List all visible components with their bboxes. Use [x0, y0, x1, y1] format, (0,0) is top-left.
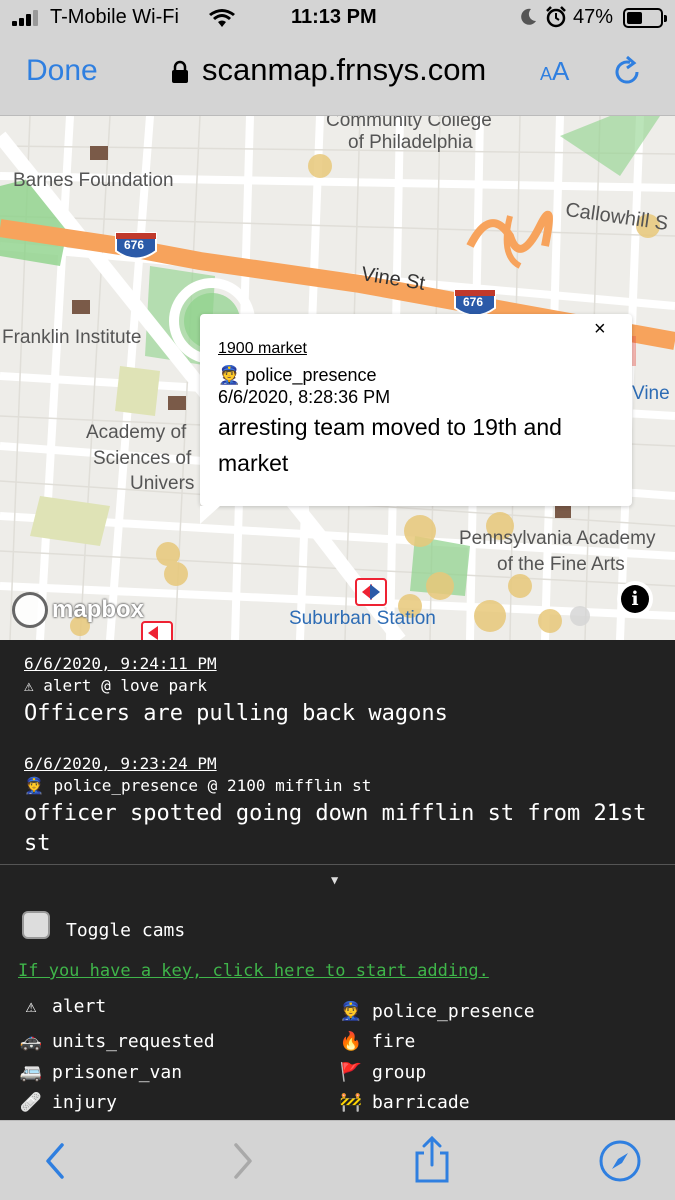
- feed-entry[interactable]: 6/6/2020, 9:24:11 PM ⚠ alert @ love park…: [24, 654, 664, 729]
- legend-item-prisoner-van: 🚐 prisoner_van: [18, 1062, 182, 1083]
- event-feed[interactable]: 6/6/2020, 9:24:11 PM ⚠ alert @ love park…: [0, 640, 675, 864]
- police-car-icon: 🚓: [19, 1031, 43, 1052]
- septa-logo-icon: [355, 578, 387, 606]
- do-not-disturb-moon-icon: [521, 8, 536, 25]
- map-label-ccp-line2: of Philadelphia: [348, 132, 473, 153]
- feed-entry-timestamp[interactable]: 6/6/2020, 9:24:11 PM: [24, 654, 664, 673]
- legend-label: alert: [52, 996, 107, 1017]
- add-key-link[interactable]: If you have a key, click here to start a…: [18, 961, 489, 981]
- map-label-academy-line3: Univers: [130, 473, 195, 494]
- red-flag-icon: 🚩: [339, 1062, 363, 1083]
- feed-entry-text: Officers are pulling back wagons: [24, 701, 448, 726]
- info-icon: i: [621, 585, 649, 613]
- back-chevron-icon[interactable]: [40, 1139, 70, 1183]
- map-info-button[interactable]: i: [617, 581, 653, 617]
- barricade-icon: 🚧: [339, 1092, 363, 1113]
- legend-label: fire: [372, 1031, 416, 1052]
- map-label-academy-line2: Sciences of: [93, 448, 192, 469]
- text-size-button[interactable]: AA: [540, 56, 569, 87]
- map-label-ccp-line1: Community College: [326, 116, 492, 131]
- legend-panel: ▼ Toggle cams If you have a key, click h…: [0, 865, 675, 1120]
- legend-label: group: [372, 1062, 427, 1083]
- legend-label: barricade: [372, 1092, 470, 1113]
- browser-navbar: Done scanmap.frnsys.com AA: [0, 38, 675, 116]
- museum-icon: [90, 146, 108, 160]
- text-size-small-glyph: A: [540, 64, 553, 84]
- text-size-large-glyph: A: [552, 56, 570, 86]
- alarm-clock-icon: [546, 6, 566, 28]
- popup-location-link[interactable]: 1900 market: [218, 340, 307, 358]
- legend-item-fire: 🔥 fire: [338, 1031, 416, 1052]
- map-label-pafa-line1: Pennsylvania Academy: [459, 528, 656, 549]
- map-view[interactable]: Community College of Philadelphia Barnes…: [0, 116, 675, 640]
- legend-item-barricade: 🚧 barricade: [338, 1092, 470, 1113]
- cellular-signal-icon: [12, 10, 44, 26]
- map-popup: × 1900 market 👮 police_presence 6/6/2020…: [200, 314, 632, 524]
- popup-message: arresting team moved to 19th and market: [218, 414, 562, 476]
- legend-label: police_presence: [372, 1001, 535, 1022]
- wifi-icon: [209, 9, 235, 27]
- reload-icon[interactable]: [610, 55, 644, 89]
- fire-icon: 🔥: [339, 1031, 363, 1052]
- browser-toolbar: [0, 1120, 675, 1200]
- compass-safari-icon[interactable]: [598, 1139, 642, 1183]
- url-display[interactable]: scanmap.frnsys.com: [202, 52, 486, 88]
- toggle-cams-label[interactable]: Toggle cams: [66, 920, 185, 941]
- legend-item-alert: ⚠ alert: [18, 996, 107, 1017]
- popup-event-type: 👮 police_presence: [218, 365, 377, 385]
- map-label-suburban-station: Suburban Station: [289, 608, 436, 629]
- legend-item-injury: 🩹 injury: [18, 1092, 117, 1113]
- shield-676-label: 676: [124, 238, 145, 252]
- popup-timestamp: 6/6/2020, 8:28:36 PM: [218, 387, 391, 407]
- feed-entry-meta: 👮 police_presence @ 2100 mifflin st: [24, 776, 372, 795]
- alert-icon: ⚠: [25, 996, 37, 1017]
- shield-676-label: 676: [463, 295, 484, 309]
- legend-label: injury: [52, 1092, 118, 1113]
- legend-label: units_requested: [52, 1031, 215, 1052]
- map-label-pafa-line2: of the Fine Arts: [497, 554, 625, 575]
- battery-percentage: 47%: [573, 6, 614, 28]
- feed-entry[interactable]: 6/6/2020, 9:23:24 PM 👮 police_presence @…: [24, 754, 664, 859]
- forward-chevron-icon[interactable]: [228, 1139, 258, 1183]
- feed-entry-timestamp[interactable]: 6/6/2020, 9:23:24 PM: [24, 754, 664, 773]
- legend-item-group: 🚩 group: [338, 1062, 426, 1083]
- status-bar: T-Mobile Wi-Fi 11:13 PM 47%: [0, 0, 675, 38]
- bandage-icon: 🩹: [19, 1092, 43, 1113]
- feed-entry-meta: ⚠ alert @ love park: [24, 676, 208, 695]
- popup-close-button[interactable]: ×: [594, 318, 606, 341]
- done-button[interactable]: Done: [26, 54, 98, 88]
- carrier-name: T-Mobile Wi-Fi: [50, 6, 179, 28]
- battery-icon: [623, 8, 667, 28]
- toggle-cams-checkbox[interactable]: [22, 911, 50, 939]
- museum-icon: [72, 300, 90, 314]
- museum-icon: [555, 506, 571, 518]
- legend-label: prisoner_van: [52, 1062, 183, 1083]
- clock: 11:13 PM: [291, 6, 377, 28]
- police-officer-icon: 👮: [339, 1001, 363, 1022]
- van-icon: 🚐: [19, 1062, 43, 1083]
- share-icon[interactable]: [412, 1135, 452, 1185]
- mapbox-wordmark: mapbox: [52, 596, 145, 623]
- legend-item-units-requested: 🚓 units_requested: [18, 1031, 215, 1052]
- legend-item-police-presence: 👮 police_presence: [338, 1001, 535, 1022]
- map-label-franklin-institute: Franklin Institute: [2, 327, 142, 348]
- mapbox-logo-icon: [12, 592, 48, 628]
- map-label-vine-station: Vine: [632, 383, 670, 404]
- map-label-barnes: Barnes Foundation: [13, 170, 174, 191]
- map-label-academy-line1: Academy of: [86, 422, 187, 443]
- mapbox-attribution[interactable]: mapbox: [12, 592, 144, 628]
- collapse-caret-icon[interactable]: ▼: [331, 873, 338, 887]
- septa-logo-icon: [141, 621, 173, 640]
- museum-icon: [168, 396, 186, 410]
- lock-icon: [172, 60, 188, 83]
- feed-entry-text: officer spotted going down mifflin st fr…: [24, 801, 647, 856]
